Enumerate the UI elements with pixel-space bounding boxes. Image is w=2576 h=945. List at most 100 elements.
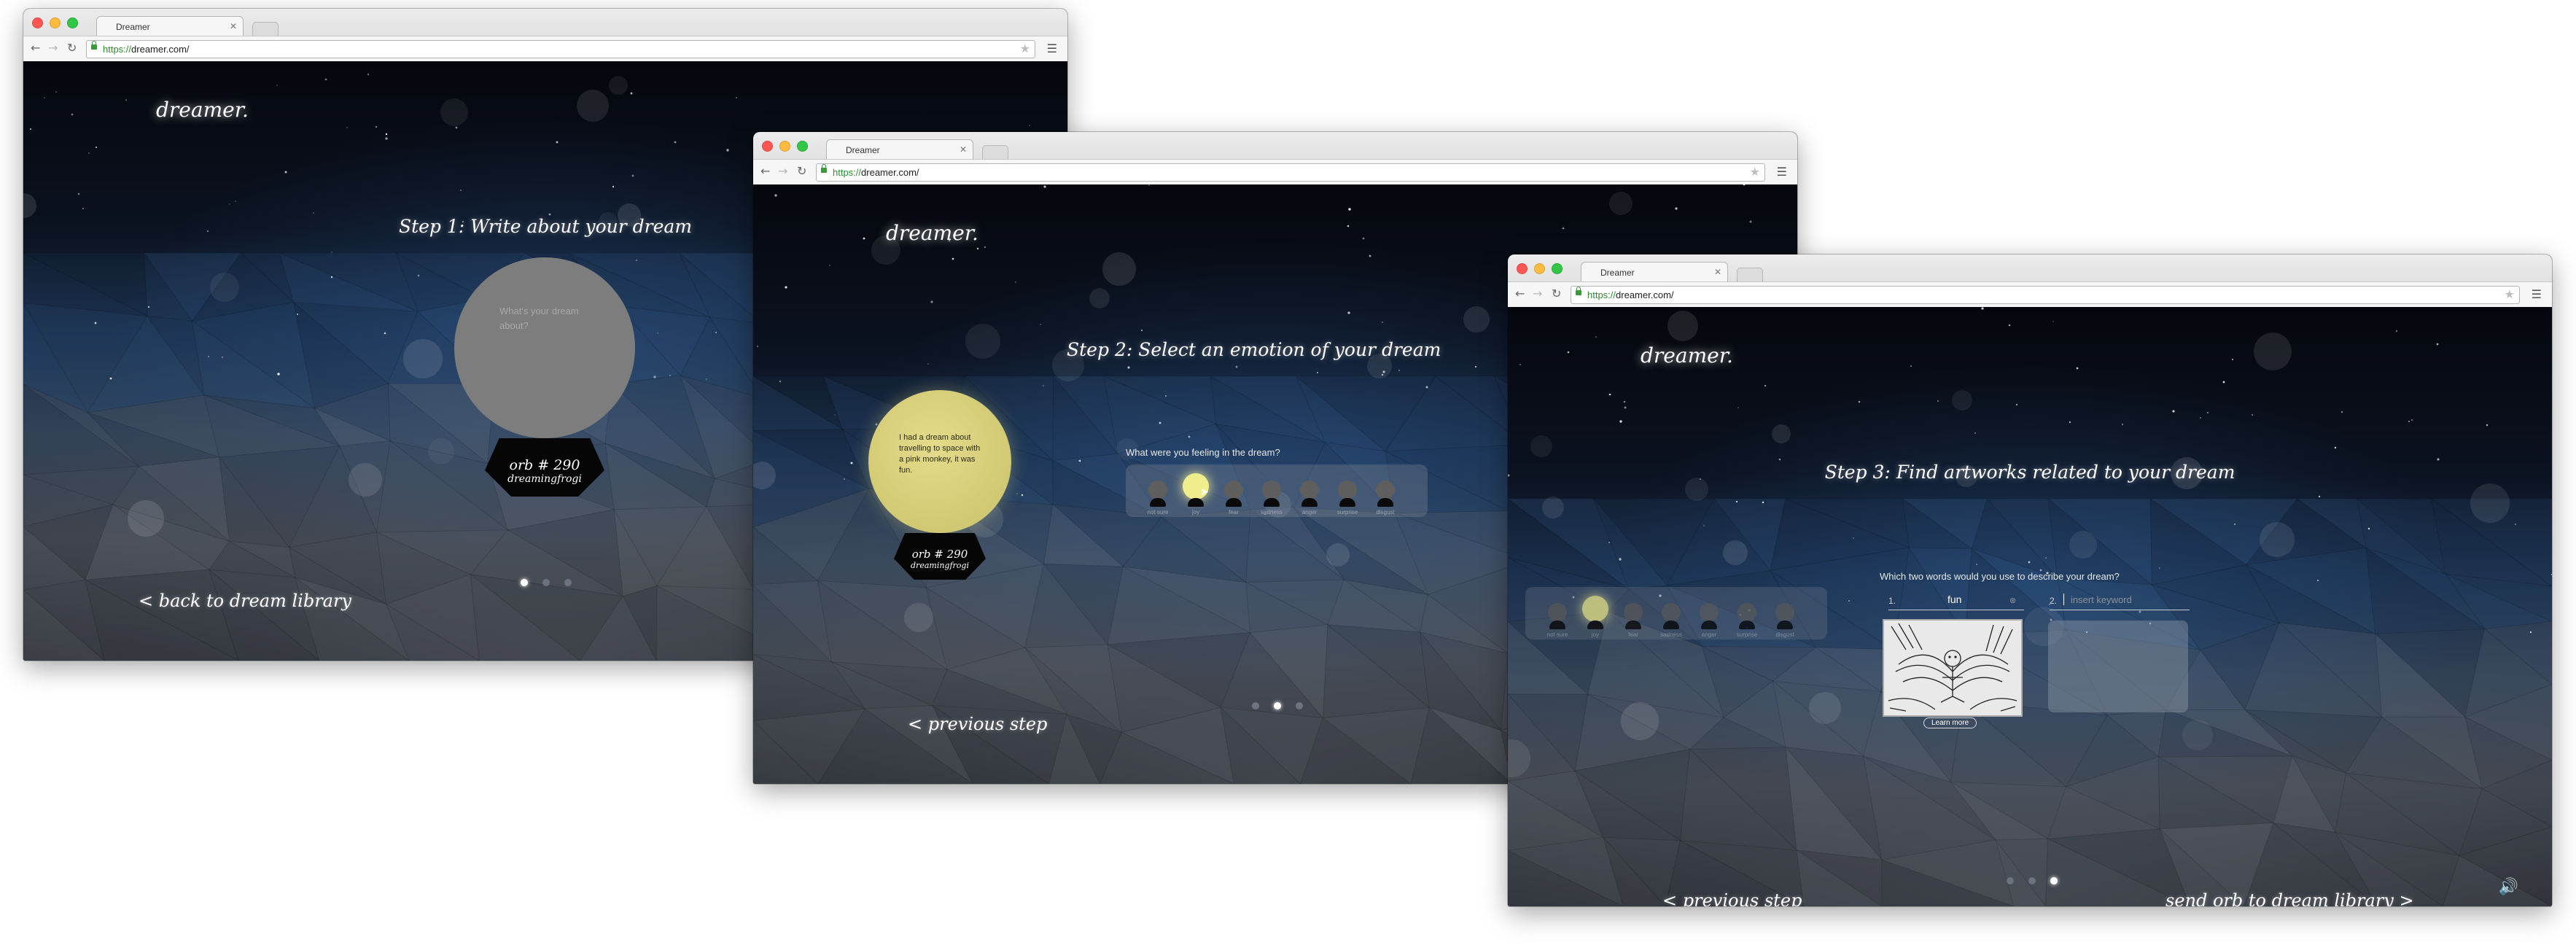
new-tab-button[interactable] [1737,268,1763,281]
artwork-image[interactable] [1883,619,2023,717]
logo[interactable]: dreamer. [886,221,978,245]
star [455,126,458,129]
star-icon[interactable]: ★ [1020,42,1030,55]
keyword-1-input[interactable]: fun [1947,594,1961,605]
star [2486,424,2489,427]
star [1608,542,1610,543]
logo[interactable]: dreamer. [156,98,249,122]
back-arrow-icon[interactable]: ← [760,165,770,178]
emotion-anger[interactable]: anger [1295,481,1324,516]
star [1608,393,1611,396]
star [1619,558,1622,561]
zoom-window-button[interactable] [1552,263,1563,274]
menu-icon[interactable]: ☰ [2532,287,2542,301]
pager-dot-1[interactable] [1252,702,1259,709]
emotion-not-sure[interactable]: not sure [1143,481,1172,516]
logo[interactable]: dreamer. [1641,343,1733,368]
previous-step-link[interactable]: < previous step [1662,890,1802,906]
speaker-icon[interactable]: 🔊 [2499,878,2518,896]
star [653,376,656,378]
zoom-window-button[interactable] [797,141,808,152]
star [984,246,986,248]
menu-icon[interactable]: ☰ [1777,165,1787,179]
pager-dot-2[interactable] [1274,702,1281,709]
star [1348,208,1351,211]
emotion-fear[interactable]: fear [1619,603,1648,638]
close-window-button[interactable] [32,18,43,28]
star [2008,324,2011,327]
star [1764,385,1766,386]
star-icon[interactable]: ★ [2505,287,2515,301]
back-to-library-link[interactable]: < back to dream library [139,591,351,611]
tab-close-icon[interactable]: ✕ [960,144,967,155]
dream-orb[interactable]: I had a dream about travelling to space … [868,390,1011,533]
star [779,380,782,383]
menu-icon[interactable]: ☰ [1047,42,1057,55]
star-icon[interactable]: ★ [1750,165,1760,179]
emotion-disgust[interactable]: disgust [1371,481,1400,516]
star [1567,351,1570,354]
star [82,208,84,209]
pager-dot-3[interactable] [2050,877,2058,884]
new-tab-button[interactable] [982,145,1008,159]
browser-tab[interactable]: Dreamer ✕ [826,139,973,160]
tab-close-icon[interactable]: ✕ [230,21,237,31]
back-arrow-icon[interactable]: ← [31,42,40,55]
emotion-surprise[interactable]: surprise [1732,603,1762,638]
star [1595,336,1597,338]
reload-icon[interactable]: ↻ [67,42,77,55]
forward-arrow-icon[interactable]: → [778,165,787,178]
close-window-button[interactable] [762,141,773,152]
page-content: dreamer. Step 3: Find artworks related t… [1508,307,2552,906]
close-window-button[interactable] [1517,263,1528,274]
star [2015,403,2018,406]
emotion-not-sure[interactable]: not sure [1543,603,1572,638]
star [2139,610,2141,613]
pager-dot-1[interactable] [2007,877,2014,884]
star [1703,525,1705,526]
reload-icon[interactable]: ↻ [797,165,806,178]
forward-arrow-icon[interactable]: → [1533,287,1542,300]
pager-dot-3[interactable] [564,579,572,586]
emotion-sadness[interactable]: sadness [1257,481,1286,516]
address-bar[interactable]: https://dreamer.com/ ★ [816,163,1765,182]
bokeh-glow [2254,332,2292,370]
back-arrow-icon[interactable]: ← [1515,287,1525,300]
minimize-window-button[interactable] [1534,263,1545,274]
browser-tab[interactable]: Dreamer ✕ [1581,262,1728,282]
browser-tab[interactable]: Dreamer ✕ [96,16,244,36]
pager-dot-1[interactable] [521,579,528,586]
orb-placeholder[interactable]: What's your dream about? [499,304,602,333]
previous-step-link[interactable]: < previous step [908,714,1047,734]
address-bar[interactable]: https://dreamer.com/ ★ [1571,286,2520,304]
pager-dot-2[interactable] [2028,877,2036,884]
star [1853,537,1854,539]
address-bar[interactable]: https://dreamer.com/ ★ [86,40,1035,58]
keyword-2-input[interactable]: insert keyword [2071,594,2132,605]
minimize-window-button[interactable] [779,141,790,152]
emotion-sadness[interactable]: sadness [1657,603,1686,638]
star [222,357,223,358]
tab-close-icon[interactable]: ✕ [1714,267,1721,277]
pager-dot-2[interactable] [542,579,550,586]
star [1474,365,1477,368]
learn-more-button[interactable]: Learn more [1923,718,1977,728]
minimize-window-button[interactable] [50,18,61,28]
star [715,332,717,333]
emotion-surprise[interactable]: surprise [1333,481,1362,516]
bokeh-glow [1621,702,1659,740]
new-tab-button[interactable] [252,22,279,36]
zoom-window-button[interactable] [67,18,78,28]
emotion-disgust[interactable]: disgust [1770,603,1799,638]
star [952,257,954,260]
pager-dot-3[interactable] [1296,702,1303,709]
emotion-fear[interactable]: fear [1219,481,1248,516]
send-to-library-link[interactable]: send orb to dream library > [2166,890,2414,906]
reload-icon[interactable]: ↻ [1552,287,1561,300]
emotion-anger[interactable]: anger [1694,603,1724,638]
dream-orb[interactable]: What's your dream about? [454,257,635,438]
emotion-joy[interactable]: joy [1581,596,1610,638]
forward-arrow-icon[interactable]: → [48,42,58,55]
clear-keyword-icon[interactable]: ⊗ [2009,596,2016,605]
star [296,313,299,316]
